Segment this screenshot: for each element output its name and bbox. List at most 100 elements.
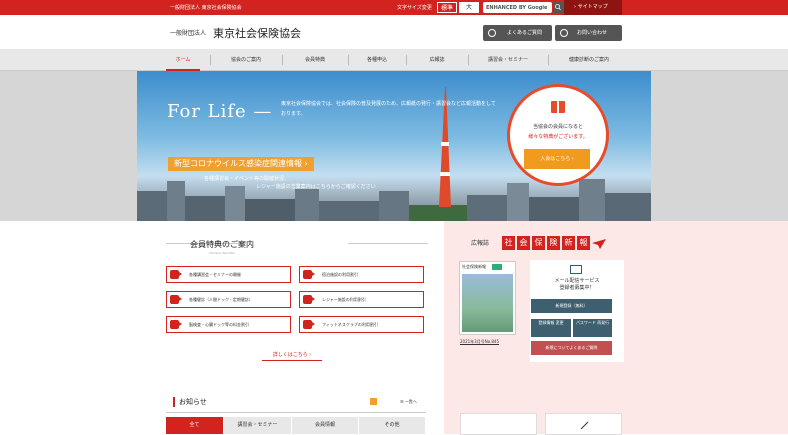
map-pin-icon	[303, 295, 312, 304]
benefit-label: レジャー施設の利用割引	[322, 297, 366, 302]
nav-divider	[282, 55, 283, 65]
top-org-name: 一般財団法人 東京社会保険協会	[170, 5, 242, 11]
font-size-label: 文字サイズ変更	[397, 5, 432, 11]
magazine-label: 広報誌	[471, 240, 490, 247]
mail-title-line1: メール配信サービス	[554, 278, 600, 284]
mail-password-button[interactable]: パスワード 再発行	[573, 319, 612, 337]
question-icon	[488, 29, 496, 37]
nav-magazine[interactable]: 広報誌	[409, 49, 465, 71]
hero-tagline: For Life —	[167, 101, 273, 122]
mail-register-button[interactable]: 新規登録（無料）	[531, 299, 612, 313]
gift-icon	[551, 98, 565, 113]
sitemap-label: サイトマップ	[577, 4, 608, 10]
fitness-icon	[303, 320, 312, 329]
magazine-name-char: 報	[577, 236, 590, 250]
benefit-leisure[interactable]: レジャー施設の利用割引	[299, 291, 424, 308]
benefit-label: 宿泊施設の利用割引	[322, 272, 358, 277]
news-title: お知らせ	[173, 397, 207, 407]
magazine-cover-title: 社会保険新報	[462, 264, 486, 269]
nav-checkup[interactable]: 健康診断のご案内	[551, 49, 627, 71]
benefits-more-link[interactable]: 詳しくはこちら ›	[262, 349, 322, 361]
promo-line2: 様々な特典がございます。	[528, 134, 588, 140]
covid-info-text: 各種講習会・イベント等の開催状況、 レジャー施設の営業案内はこちらからご確認くだ…	[204, 175, 434, 191]
nav-benefits[interactable]: 会員特典	[285, 49, 345, 71]
mail-service-title: メール配信サービス 登録者募集中！	[530, 278, 624, 292]
search-input[interactable]: ENHANCED BY Google	[483, 2, 552, 13]
publications-panel: 広報誌 社 会 保 険 新 報 社会保険新報 2021年3月号No.845 メー…	[444, 221, 788, 381]
seminar-icon	[170, 270, 179, 279]
benefit-label: 各種講習会・セミナーの開催	[189, 272, 241, 277]
font-size-large-button[interactable]: 大	[459, 2, 479, 13]
arrow-icon	[312, 272, 315, 276]
magazine-name-char: 会	[517, 236, 530, 250]
magazine-badge	[492, 264, 502, 270]
benefits-title: 会員特典のご案内	[190, 240, 254, 249]
benefit-label: フィットネスクラブの利用割引	[322, 322, 378, 327]
nav-divider	[348, 55, 349, 65]
brain-icon	[170, 320, 179, 329]
magazine-issue-link[interactable]: 2021年3月号No.845	[460, 339, 499, 345]
hero-section: For Life — 東京社会保険協会では、社会保険の普及発展のため、広報紙の発…	[0, 71, 788, 221]
membership-promo: 当協会の会員になると 様々な特典がございます。 入会はこちら ›	[507, 84, 609, 186]
magazine-name-char: 新	[562, 236, 575, 250]
org-type: 一般財団法人	[170, 30, 207, 37]
search-button[interactable]	[553, 2, 563, 13]
benefit-seminars[interactable]: 各種講習会・セミナーの開催	[166, 266, 291, 283]
tab-seminars[interactable]: 講習会・セミナー	[224, 417, 291, 434]
nav-about[interactable]: 協会のご案内	[213, 49, 279, 71]
font-size-standard-button[interactable]: 標準	[437, 2, 457, 13]
mail-change-button[interactable]: 登録情報 変更	[531, 319, 571, 337]
join-button[interactable]: 入会はこちら ›	[524, 149, 590, 169]
benefits-subtitle: Member Benefits	[209, 251, 235, 255]
search-icon	[555, 4, 561, 11]
benefit-checkup[interactable]: 各種健診（人間ドック・定期健診）	[166, 291, 291, 308]
faq-label: よくあるご質問	[507, 30, 543, 36]
mail-icon	[570, 265, 582, 274]
nav-home[interactable]: ホーム	[166, 49, 200, 71]
arrow-icon	[179, 322, 182, 326]
benefits-section: 会員特典のご案内 Member Benefits 各種講習会・セミナーの開催 宿…	[0, 221, 444, 381]
nav-seminars[interactable]: 講習会・セミナー	[471, 49, 545, 71]
news-list-link[interactable]: ☰ 一覧へ	[400, 399, 417, 405]
magazine-cover-photo	[462, 274, 513, 332]
side-card[interactable]	[460, 413, 537, 435]
benefit-brain-exam[interactable]: 脳検査・心臓ドック等の料金割引	[166, 316, 291, 333]
rss-icon[interactable]	[370, 398, 377, 405]
covid-info-banner[interactable]: 新型コロナウイルス感染症関連情報 ›	[168, 157, 314, 171]
site-header: 一般財団法人 東京社会保険協会 よくあるご質問 お問い合わせ	[0, 15, 788, 49]
sitemap-link[interactable]: › サイトマップ	[564, 0, 622, 15]
magazine-name-char: 険	[547, 236, 560, 250]
building-icon	[303, 270, 312, 279]
tab-member-info[interactable]: 会員情報	[292, 417, 358, 434]
magazine-name-char: 保	[532, 236, 545, 250]
faq-button[interactable]: よくあるご質問	[483, 25, 552, 41]
contact-label: お問い合わせ	[577, 30, 608, 36]
arrow-icon	[179, 297, 182, 301]
phone-icon	[560, 29, 568, 37]
nav-divider	[468, 55, 469, 65]
arrow-icon	[312, 322, 315, 326]
paper-plane-icon	[592, 239, 606, 249]
benefit-fitness[interactable]: フィットネスクラブの利用割引	[299, 316, 424, 333]
nav-divider	[210, 55, 211, 65]
site-logo[interactable]: 東京社会保険協会	[213, 25, 301, 41]
lower-side-panel	[444, 381, 788, 435]
tab-other[interactable]: その他	[359, 417, 425, 434]
mail-service-box: メール配信サービス 登録者募集中！ 新規登録（無料） 登録情報 変更 パスワード …	[530, 260, 624, 362]
mail-faq-button[interactable]: 新規についてよくあるご質問	[531, 341, 612, 355]
contact-button[interactable]: お問い合わせ	[555, 25, 622, 41]
side-card[interactable]	[545, 413, 622, 435]
promo-line1: 当協会の会員になると	[532, 124, 583, 130]
news-section: お知らせ ☰ 一覧へ 全て 講習会・セミナー 会員情報 その他	[0, 381, 444, 434]
nav-divider	[406, 55, 407, 65]
magazine-cover[interactable]: 社会保険新報	[459, 261, 516, 335]
mail-title-line2: 登録者募集中！	[559, 285, 595, 291]
pencil-icon	[580, 421, 589, 430]
hero-intro: 東京社会保険協会では、社会保険の普及発展のため、広報紙の発行・講習会など広報活動…	[281, 101, 496, 117]
nav-divider	[548, 55, 549, 65]
nav-applications[interactable]: 各種申込	[351, 49, 403, 71]
magazine-name-char: 社	[502, 236, 515, 250]
tab-all[interactable]: 全て	[166, 417, 223, 434]
benefit-lodging[interactable]: 宿泊施設の利用割引	[299, 266, 424, 283]
news-list-label: 一覧へ	[404, 399, 417, 404]
